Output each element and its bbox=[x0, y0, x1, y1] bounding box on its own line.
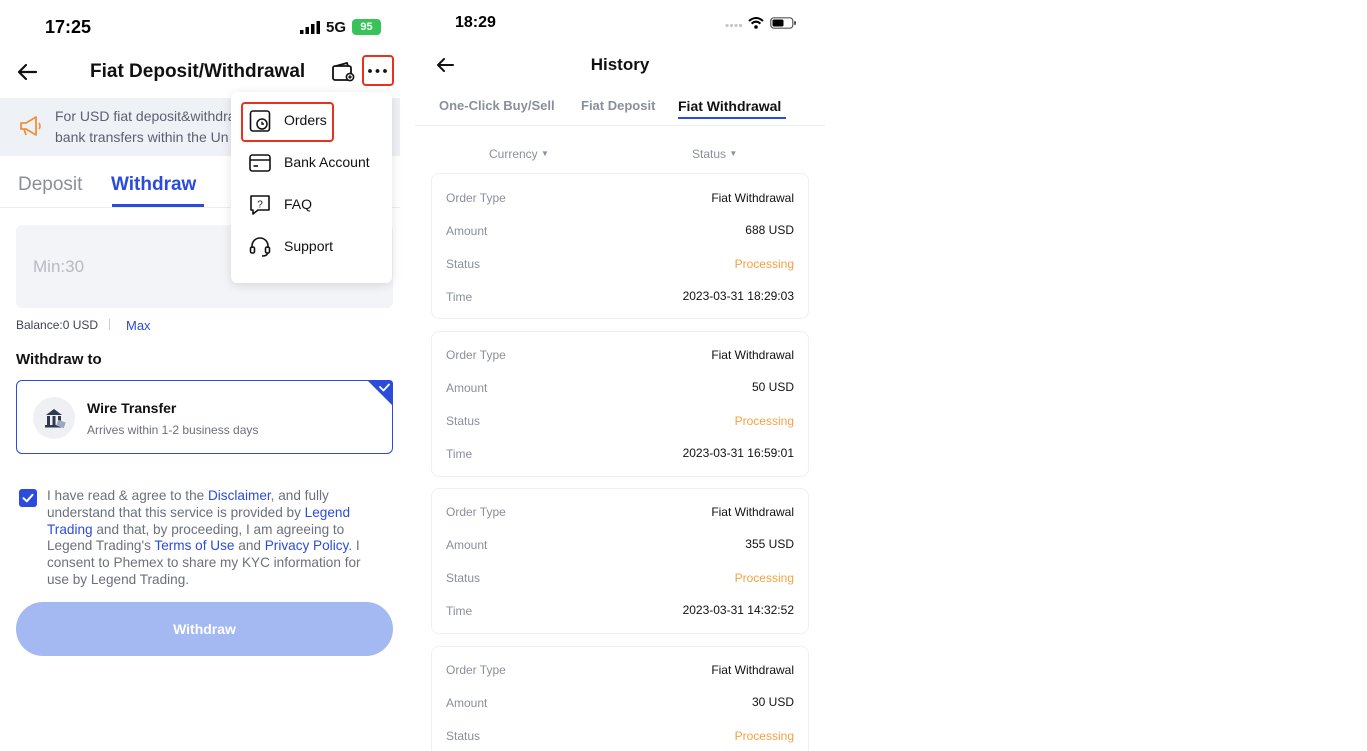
time-label: Time bbox=[446, 447, 473, 461]
headset-icon bbox=[248, 235, 272, 259]
status-filter[interactable]: Status ▼ bbox=[692, 147, 737, 161]
max-button[interactable]: Max bbox=[126, 318, 151, 333]
status-value: Processing bbox=[734, 729, 794, 743]
tab-fiat-withdrawal[interactable]: Fiat Withdrawal bbox=[678, 98, 781, 114]
menu-label: Support bbox=[284, 238, 334, 254]
battery-icon: 95 bbox=[352, 19, 381, 35]
more-button[interactable] bbox=[362, 55, 394, 86]
status-label: Status bbox=[446, 729, 481, 743]
megaphone-icon bbox=[18, 114, 44, 138]
order-type-value: Fiat Withdrawal bbox=[711, 191, 794, 205]
svg-text:?: ? bbox=[257, 200, 263, 211]
privacy-policy-link[interactable]: Privacy Policy bbox=[265, 538, 349, 553]
divider bbox=[109, 319, 110, 330]
balance-label: Balance:0 USD bbox=[16, 318, 99, 332]
status-value: Processing bbox=[734, 257, 794, 271]
caret-down-icon: ▼ bbox=[541, 149, 549, 158]
menu-item-support[interactable]: Support bbox=[231, 227, 392, 267]
more-menu: Orders Bank Account ? FAQ Support bbox=[231, 92, 392, 283]
amount-value: 688 USD bbox=[745, 223, 794, 237]
status-value: Processing bbox=[734, 414, 794, 428]
history-screen: 18:29 History One-Click Buy/Sell Fiat De… bbox=[415, 0, 825, 751]
order-card[interactable]: Order Type Fiat Withdrawal Amount 355 US… bbox=[431, 488, 809, 634]
time-label: Time bbox=[446, 604, 473, 618]
amount-label: Amount bbox=[446, 381, 488, 395]
selected-check-icon bbox=[367, 380, 393, 406]
order-type-value: Fiat Withdrawal bbox=[711, 348, 794, 362]
page-title: History bbox=[590, 55, 650, 74]
amount-value: 50 USD bbox=[751, 380, 794, 394]
order-type-label: Order Type bbox=[446, 663, 506, 677]
withdraw-to-title: Withdraw to bbox=[16, 351, 102, 368]
tab-fiat-deposit[interactable]: Fiat Deposit bbox=[581, 98, 655, 113]
time-value: 2023-03-31 16:59:01 bbox=[682, 446, 794, 460]
signal-icon bbox=[725, 23, 743, 28]
banner-text: For USD fiat deposit&withdra bank transf… bbox=[55, 106, 240, 148]
tab-one-click[interactable]: One-Click Buy/Sell bbox=[439, 98, 555, 113]
status-value: Processing bbox=[734, 571, 794, 585]
order-type-label: Order Type bbox=[446, 348, 506, 362]
orders-icon bbox=[248, 109, 272, 133]
banner-line-1: For USD fiat deposit&withdra bbox=[55, 108, 236, 124]
time-value: 2023-03-31 18:29:03 bbox=[682, 289, 794, 303]
deposit-withdraw-screen: 17:25 5G 95 Fiat Deposit/Withdrawal For … bbox=[0, 0, 410, 751]
amount-value: 355 USD bbox=[745, 537, 794, 551]
battery-icon bbox=[770, 17, 798, 29]
wallet-icon[interactable] bbox=[331, 60, 355, 84]
withdraw-button[interactable]: Withdraw bbox=[16, 602, 393, 656]
signal-icon bbox=[300, 21, 320, 34]
tab-deposit[interactable]: Deposit bbox=[18, 174, 82, 196]
time-value: 2023-03-31 14:32:52 bbox=[682, 603, 794, 617]
faq-icon: ? bbox=[248, 193, 272, 217]
page-title: Fiat Deposit/Withdrawal bbox=[90, 61, 306, 82]
tab-indicator bbox=[678, 117, 786, 119]
amount-label: Amount bbox=[446, 538, 488, 552]
terms-of-use-link[interactable]: Terms of Use bbox=[154, 538, 234, 553]
tab-withdraw[interactable]: Withdraw bbox=[111, 174, 196, 196]
currency-filter-label: Currency bbox=[489, 147, 538, 161]
method-subtitle: Arrives within 1-2 business days bbox=[87, 423, 259, 437]
order-card[interactable]: Order Type Fiat Withdrawal Amount 688 US… bbox=[431, 173, 809, 319]
order-type-value: Fiat Withdrawal bbox=[711, 663, 794, 677]
status-label: Status bbox=[446, 414, 481, 428]
bank-card-icon bbox=[248, 151, 272, 175]
order-type-label: Order Type bbox=[446, 191, 506, 205]
amount-label: Amount bbox=[446, 224, 488, 238]
arrow-left-icon[interactable] bbox=[16, 62, 38, 82]
menu-label: Bank Account bbox=[284, 154, 370, 170]
agreement-part: I have read & agree to the bbox=[47, 488, 208, 503]
order-type-value: Fiat Withdrawal bbox=[711, 505, 794, 519]
battery-level: 95 bbox=[360, 21, 373, 33]
status-filter-label: Status bbox=[692, 147, 727, 161]
agreement-part: and bbox=[234, 538, 265, 554]
banner-line-2: bank transfers within the Un bbox=[55, 129, 229, 145]
menu-label: FAQ bbox=[284, 196, 313, 212]
menu-item-orders[interactable]: Orders bbox=[231, 101, 392, 142]
disclaimer-link[interactable]: Disclaimer bbox=[208, 488, 271, 503]
network-type: 5G bbox=[326, 19, 347, 36]
status-label: Status bbox=[446, 571, 481, 585]
bank-building-icon bbox=[33, 397, 75, 439]
status-time: 18:29 bbox=[455, 14, 496, 31]
menu-item-bank-account[interactable]: Bank Account bbox=[231, 143, 392, 183]
caret-down-icon: ▼ bbox=[729, 149, 738, 158]
menu-item-faq[interactable]: ? FAQ bbox=[231, 185, 392, 225]
status-time: 17:25 bbox=[45, 17, 92, 37]
amount-placeholder: Min:30 bbox=[33, 257, 85, 276]
tabs-divider bbox=[415, 125, 825, 126]
amount-value: 30 USD bbox=[751, 695, 794, 709]
status-label: Status bbox=[446, 257, 481, 271]
method-title: Wire Transfer bbox=[87, 400, 177, 416]
agree-checkbox[interactable] bbox=[19, 489, 37, 507]
order-card[interactable]: Order Type Fiat Withdrawal Amount 50 USD… bbox=[431, 331, 809, 477]
time-label: Time bbox=[446, 290, 473, 304]
wifi-icon bbox=[748, 16, 764, 29]
order-type-label: Order Type bbox=[446, 505, 506, 519]
menu-label: Orders bbox=[284, 112, 327, 128]
currency-filter[interactable]: Currency ▼ bbox=[489, 147, 549, 161]
wire-transfer-option[interactable]: Wire Transfer Arrives within 1-2 busines… bbox=[16, 380, 393, 454]
amount-label: Amount bbox=[446, 696, 488, 710]
agreement-text: I have read & agree to the Disclaimer, a… bbox=[47, 488, 382, 589]
order-card[interactable]: Order Type Fiat Withdrawal Amount 30 USD… bbox=[431, 646, 809, 751]
